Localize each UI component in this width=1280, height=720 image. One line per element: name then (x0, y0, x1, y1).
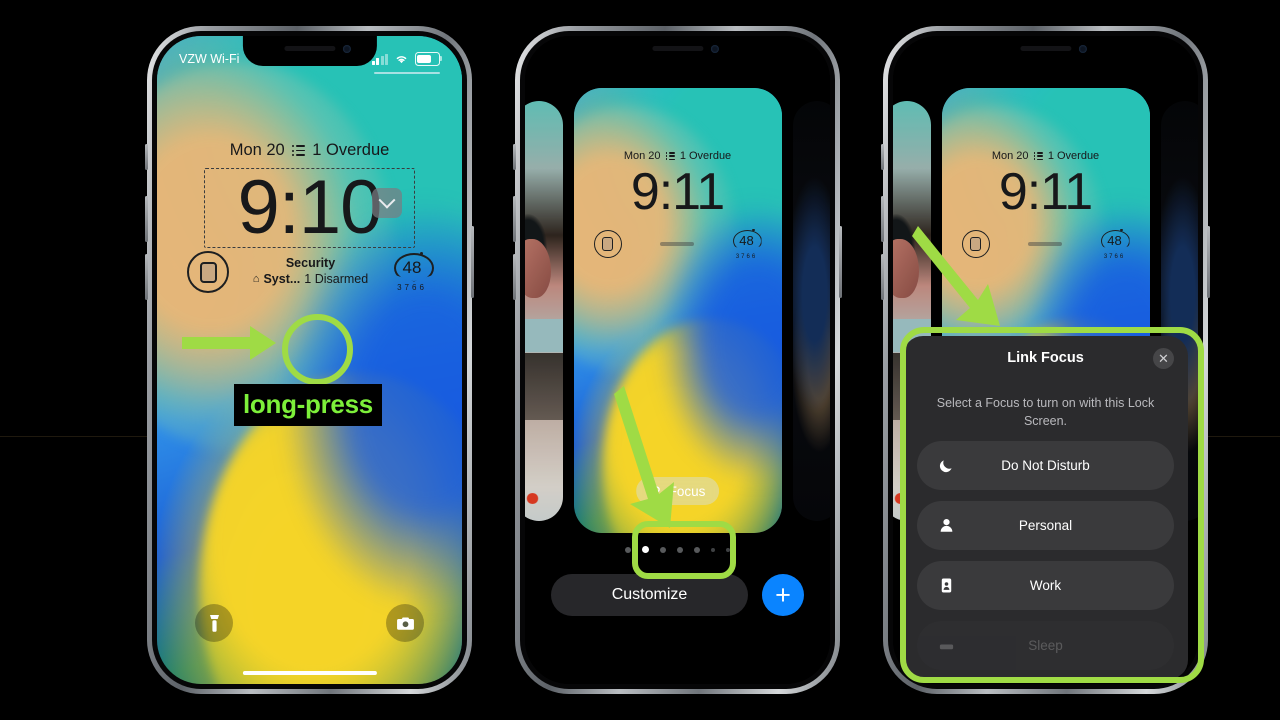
temp-value: 48 (1107, 233, 1122, 248)
preview-widget-row: 48 3766 (574, 229, 782, 260)
flashlight-icon[interactable] (195, 604, 233, 642)
volume-up-button-3[interactable] (881, 196, 884, 242)
reminders-label: 1 Overdue (312, 141, 390, 159)
temp-high: 66 (412, 283, 427, 292)
list-icon (292, 145, 306, 156)
screenshot-stage: VZW Wi-Fi Mon 20 1 Overdue 9:10 Security… (0, 0, 1280, 720)
security-line: Syst... (263, 272, 301, 286)
wifi-icon (396, 56, 407, 64)
date-label: Mon 20 (229, 141, 285, 159)
list-icon (1034, 152, 1043, 160)
long-press-label: long-press (234, 384, 382, 426)
customize-button[interactable]: Customize (551, 574, 748, 616)
preview-clock: 9:11 (998, 163, 1093, 221)
collections-picker: COLLECTIONS Mon 20 (525, 36, 830, 684)
temp-low: 37 (397, 283, 412, 292)
arrow-down-right-icon (912, 226, 1000, 326)
volume-down-button-3[interactable] (881, 254, 884, 300)
wallpaper-card-previous[interactable] (525, 100, 563, 521)
apple-watch-icon[interactable] (187, 251, 229, 293)
power-button[interactable] (471, 226, 474, 298)
quick-actions (157, 604, 462, 642)
arrow-down-right-icon (614, 386, 674, 528)
apple-watch-icon[interactable] (593, 230, 622, 258)
volume-up-button[interactable] (145, 196, 148, 242)
temperature-widget[interactable]: 48 3766 (392, 252, 434, 292)
wallpaper-card-next[interactable] (792, 100, 830, 521)
arrow-right-icon (182, 326, 276, 360)
picker-actions: Customize + (525, 574, 830, 616)
notch (978, 36, 1113, 66)
volume-down-button[interactable] (145, 254, 148, 300)
front-camera-icon (1079, 45, 1088, 53)
rect-highlight-icon (632, 521, 736, 579)
volume-up-button-2[interactable] (513, 196, 516, 242)
phone2-screen: COLLECTIONS Mon 20 (525, 36, 830, 684)
status-underline (373, 71, 440, 74)
phone-collections-picker: COLLECTIONS Mon 20 (513, 26, 842, 694)
preview-clock: 9:11 (630, 163, 725, 221)
temperature-widget[interactable]: 48 3766 (732, 229, 762, 260)
clock-label: 9:10 (237, 165, 383, 250)
battery-icon (415, 52, 443, 66)
temp-high: 66 (746, 254, 758, 260)
temperature-widget: 48 3766 (1100, 229, 1130, 260)
silent-switch-3[interactable] (881, 144, 884, 170)
power-button-3[interactable] (1207, 226, 1210, 298)
circle-highlight-icon (282, 314, 353, 385)
silent-switch[interactable] (145, 144, 148, 170)
temp-high: 66 (1114, 254, 1126, 260)
date-row: Mon 20 1 Overdue (157, 141, 462, 160)
empty-widget-slot (1027, 242, 1062, 246)
volume-down-button-2[interactable] (513, 254, 516, 300)
notch (610, 36, 745, 66)
home-icon: ⌂ (252, 272, 260, 285)
chevron-down-icon[interactable] (372, 188, 402, 218)
temp-value: 48 (739, 233, 754, 248)
empty-widget-slot[interactable] (659, 242, 694, 246)
camera-icon[interactable] (386, 604, 424, 642)
temp-low: 37 (1103, 254, 1115, 260)
security-title: Security (285, 256, 336, 271)
security-widget[interactable]: Security ⌂ Syst... 1 Disarmed (239, 256, 382, 287)
signal-bars-icon (371, 53, 388, 65)
status-bar: VZW Wi-Fi (157, 48, 462, 74)
security-status: 1 Disarmed (304, 272, 369, 286)
page-dot[interactable] (625, 546, 631, 553)
carrier-label: VZW Wi-Fi (179, 52, 240, 66)
silent-switch-2[interactable] (513, 144, 516, 170)
add-wallpaper-button[interactable]: + (762, 574, 804, 616)
home-indicator[interactable] (242, 670, 377, 675)
temp-low: 37 (735, 254, 747, 260)
temp-value: 48 (402, 258, 422, 277)
sheet-highlight-icon (900, 327, 1204, 683)
front-camera-icon (711, 45, 720, 53)
backdrop-hairline-left (0, 436, 152, 437)
power-button-2[interactable] (839, 226, 842, 298)
widget-row: Security ⌂ Syst... 1 Disarmed 48 3766 (157, 251, 462, 293)
list-icon (666, 152, 675, 160)
